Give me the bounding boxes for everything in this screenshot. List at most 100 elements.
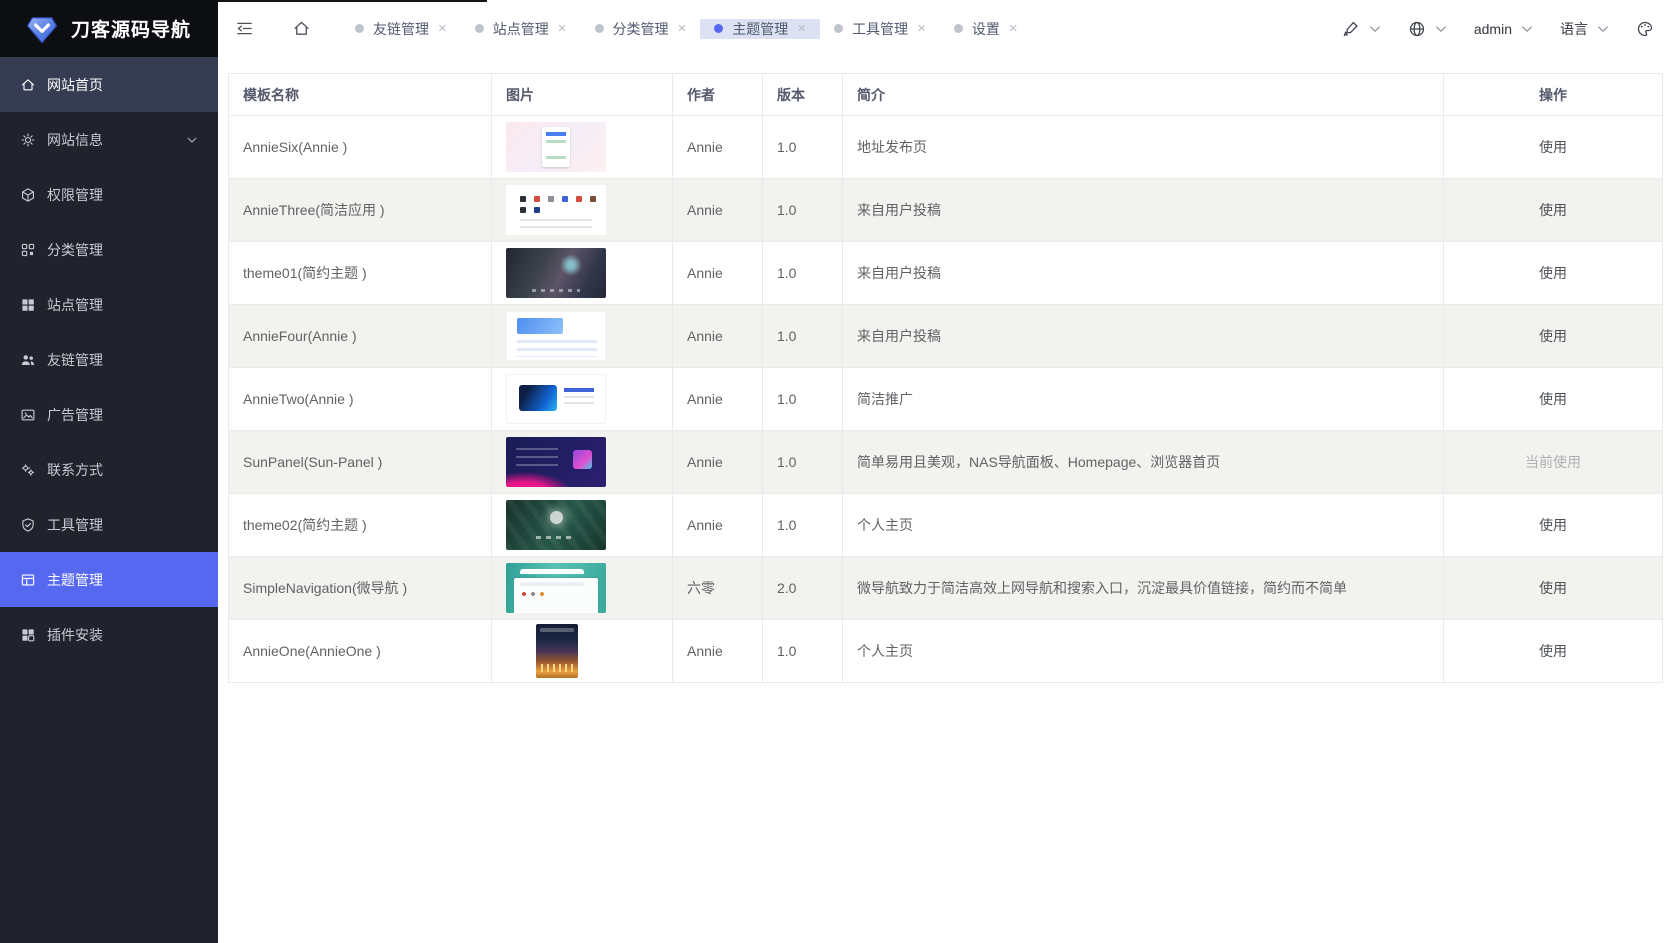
- tab-friend-links[interactable]: 友链管理 ×: [341, 19, 461, 39]
- action-cell: 使用: [1444, 116, 1663, 179]
- themes-table: 模板名称图片作者版本简介操作 AnnieSix(Annie )Annie1.0地…: [228, 73, 1663, 683]
- template-name-cell: SimpleNavigation(微导航 ): [229, 557, 492, 620]
- tab-state-dot: [954, 24, 963, 33]
- template-name-cell: AnnieThree(简洁应用 ): [229, 179, 492, 242]
- use-theme-button[interactable]: 使用: [1539, 643, 1567, 659]
- topbar-right-menu: admin 语言: [1318, 0, 1672, 57]
- template-thumbnail[interactable]: [506, 122, 606, 172]
- brush-icon: [1342, 20, 1360, 38]
- tab-state-dot: [475, 24, 484, 33]
- home-button[interactable]: [292, 19, 311, 38]
- use-theme-button[interactable]: 使用: [1539, 517, 1567, 533]
- version-cell: 1.0: [763, 431, 843, 494]
- chevron-down-icon: [184, 132, 200, 148]
- tab-settings[interactable]: 设置 ×: [940, 19, 1032, 39]
- close-icon[interactable]: ×: [797, 21, 806, 36]
- topbar-item-label: 语言: [1560, 19, 1588, 39]
- service-icon: [20, 462, 36, 478]
- tab-categories[interactable]: 分类管理×: [581, 19, 701, 39]
- action-cell: 使用: [1444, 368, 1663, 431]
- version-cell: 1.0: [763, 242, 843, 305]
- sidebar-item-home[interactable]: 网站首页: [0, 57, 218, 112]
- topbar-item-language[interactable]: 语言: [1560, 19, 1612, 39]
- topbar-item-clear-cache[interactable]: [1342, 20, 1384, 38]
- chevron-down-icon: [1432, 20, 1450, 38]
- sidebar-item-permissions[interactable]: 权限管理: [0, 167, 218, 222]
- template-thumbnail[interactable]: [506, 563, 606, 613]
- table-row: SimpleNavigation(微导航 )六零2.0微导航致力于简洁高效上网导…: [229, 557, 1663, 620]
- use-theme-button[interactable]: 使用: [1539, 202, 1567, 218]
- category-grid-icon: [20, 242, 36, 258]
- use-theme-button[interactable]: 使用: [1539, 328, 1567, 344]
- action-cell: 使用: [1444, 305, 1663, 368]
- app-logo[interactable]: 刀客源码导航: [0, 0, 218, 57]
- template-thumbnail[interactable]: [506, 185, 606, 235]
- version-cell: 1.0: [763, 305, 843, 368]
- column-header: 模板名称: [229, 74, 492, 116]
- description-cell: 来自用户投稿: [843, 305, 1444, 368]
- sidebar-item-site-info[interactable]: 网站信息: [0, 112, 218, 167]
- palette-icon: [1636, 20, 1654, 38]
- template-name-cell: AnnieSix(Annie ): [229, 116, 492, 179]
- sidebar-item-sites[interactable]: 站点管理: [0, 277, 218, 332]
- sidebar-item-themes[interactable]: 主题管理: [0, 552, 218, 607]
- app-window: 刀客源码导航 网站首页网站信息权限管理分类管理站点管理友链管理广告管理联系方式工…: [0, 0, 1672, 943]
- sidebar-item-categories[interactable]: 分类管理: [0, 222, 218, 277]
- tab-sites[interactable]: 站点管理×: [461, 19, 581, 39]
- home-icon: [292, 19, 311, 38]
- action-cell: 使用: [1444, 494, 1663, 557]
- topbar-item-user[interactable]: admin: [1474, 20, 1536, 38]
- table-row: AnnieSix(Annie )Annie1.0地址发布页使用: [229, 116, 1663, 179]
- template-thumbnail[interactable]: [506, 374, 606, 424]
- use-theme-button[interactable]: 使用: [1539, 139, 1567, 155]
- description-cell: 微导航致力于简洁高效上网导航和搜索入口，沉淀最具价值链接，简约而不简单: [843, 557, 1444, 620]
- action-cell: 使用: [1444, 620, 1663, 683]
- thumbnail-cell: [492, 368, 673, 431]
- sidebar-item-plugins[interactable]: 插件安装: [0, 607, 218, 662]
- close-icon[interactable]: ×: [558, 21, 567, 36]
- template-thumbnail[interactable]: [506, 437, 606, 487]
- version-cell: 1.0: [763, 116, 843, 179]
- sidebar-item-ads[interactable]: 广告管理: [0, 387, 218, 442]
- use-theme-button[interactable]: 使用: [1539, 580, 1567, 596]
- table-row: SunPanel(Sun-Panel )Annie1.0简单易用且美观，NAS导…: [229, 431, 1663, 494]
- close-icon[interactable]: ×: [917, 21, 926, 36]
- author-cell: Annie: [673, 116, 763, 179]
- column-header: 图片: [492, 74, 673, 116]
- collapse-sidebar-button[interactable]: [235, 19, 254, 38]
- tab-tools[interactable]: 工具管理×: [820, 19, 940, 39]
- thumbnail-cell: [492, 494, 673, 557]
- sidebar-item-label: 友链管理: [47, 350, 200, 370]
- table-row: theme02(简约主题 )Annie1.0个人主页使用: [229, 494, 1663, 557]
- close-icon[interactable]: ×: [678, 21, 687, 36]
- sidebar-item-contact[interactable]: 联系方式: [0, 442, 218, 497]
- sidebar-item-friend-links[interactable]: 友链管理: [0, 332, 218, 387]
- table-row: AnnieThree(简洁应用 )Annie1.0来自用户投稿使用: [229, 179, 1663, 242]
- template-thumbnail[interactable]: [536, 624, 578, 678]
- tab-state-dot: [355, 24, 364, 33]
- use-theme-button[interactable]: 使用: [1539, 391, 1567, 407]
- topbar-item-locale-globe[interactable]: [1408, 20, 1450, 38]
- description-cell: 个人主页: [843, 620, 1444, 683]
- use-theme-button[interactable]: 使用: [1539, 265, 1567, 281]
- description-cell: 来自用户投稿: [843, 242, 1444, 305]
- template-name-cell: SunPanel(Sun-Panel ): [229, 431, 492, 494]
- app-title: 刀客源码导航: [71, 15, 191, 42]
- collapse-menu-icon: [235, 19, 254, 38]
- topbar-item-theme-palette[interactable]: [1636, 20, 1654, 38]
- close-icon[interactable]: ×: [1009, 21, 1018, 36]
- author-cell: 六零: [673, 557, 763, 620]
- template-thumbnail[interactable]: [506, 500, 606, 550]
- table-row: AnnieOne(AnnieOne )Annie1.0个人主页使用: [229, 620, 1663, 683]
- description-cell: 简洁推广: [843, 368, 1444, 431]
- tab-label: 设置: [972, 19, 1000, 39]
- template-thumbnail[interactable]: [506, 248, 606, 298]
- tab-themes[interactable]: 主题管理×: [700, 19, 820, 39]
- template-thumbnail[interactable]: [506, 311, 606, 361]
- chevron-down-icon: [1366, 20, 1384, 38]
- close-icon[interactable]: ×: [438, 21, 447, 36]
- tab-label: 友链管理: [373, 19, 429, 39]
- sidebar-item-tools[interactable]: 工具管理: [0, 497, 218, 552]
- template-name-cell: AnnieTwo(Annie ): [229, 368, 492, 431]
- table-row: theme01(简约主题 )Annie1.0来自用户投稿使用: [229, 242, 1663, 305]
